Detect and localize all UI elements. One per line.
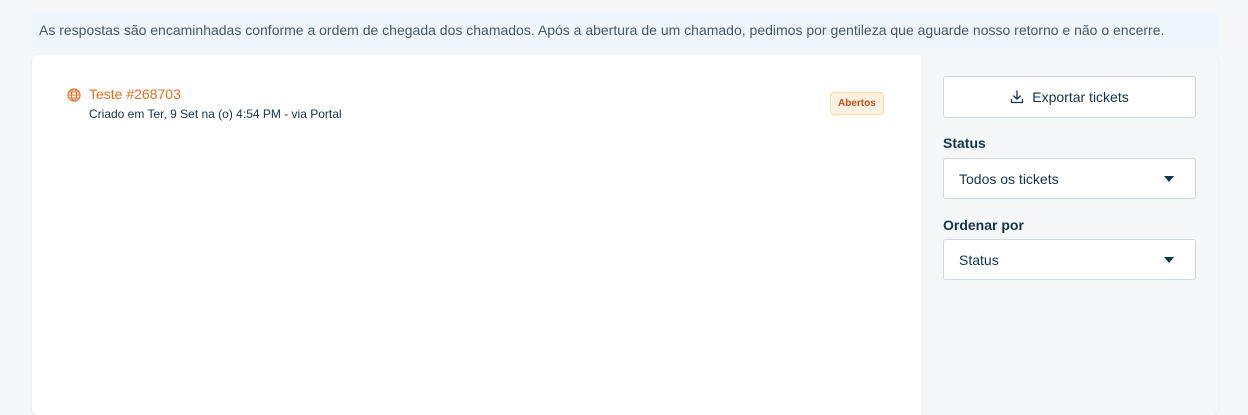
info-notice: As respostas são encaminhadas conforme a… (31, 12, 1219, 48)
sort-by-label: Ordenar por (943, 217, 1024, 233)
status-filter-value: Todos os tickets (959, 171, 1059, 187)
ticket-list: Teste #268703 Criado em Ter, 9 Set na (o… (32, 55, 921, 415)
status-filter-select[interactable]: Todos os tickets (943, 158, 1196, 199)
download-icon (1011, 90, 1024, 104)
globe-icon (67, 88, 81, 102)
ticket-row[interactable]: Teste #268703 Criado em Ter, 9 Set na (o… (67, 86, 887, 126)
sort-by-select[interactable]: Status (943, 239, 1196, 280)
ticket-title-link[interactable]: Teste #268703 (89, 86, 181, 102)
ticket-meta: Criado em Ter, 9 Set na (o) 4:54 PM - vi… (89, 107, 342, 121)
caret-down-icon (1164, 257, 1174, 263)
export-tickets-label: Exportar tickets (1032, 89, 1129, 105)
status-badge: Abertos (830, 92, 884, 115)
notice-text: As respostas são encaminhadas conforme a… (39, 22, 1165, 38)
export-tickets-button[interactable]: Exportar tickets (943, 76, 1196, 118)
tickets-card: Teste #268703 Criado em Ter, 9 Set na (o… (32, 55, 1218, 415)
status-filter-label: Status (943, 135, 986, 151)
filter-sidebar: Exportar tickets Status Todos os tickets… (921, 55, 1218, 415)
sort-by-value: Status (959, 252, 999, 268)
caret-down-icon (1164, 176, 1174, 182)
